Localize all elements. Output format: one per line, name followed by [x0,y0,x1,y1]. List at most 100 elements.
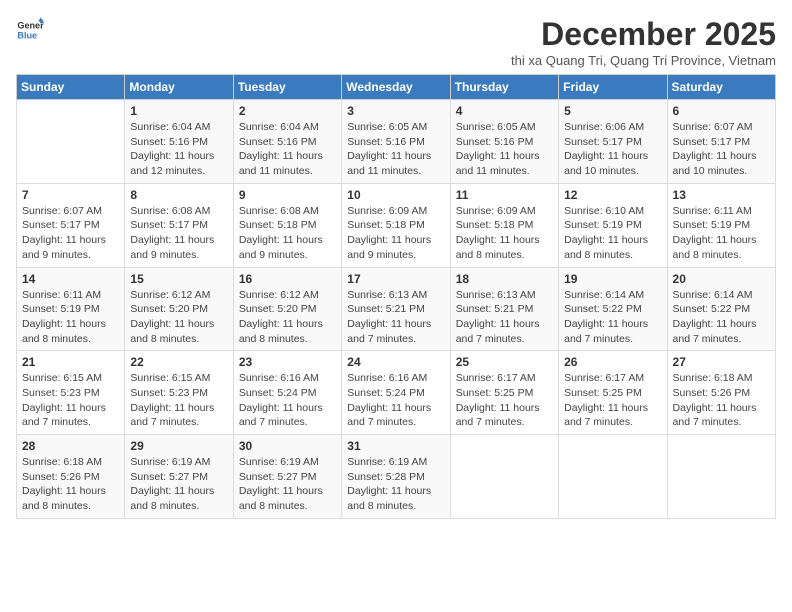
day-header-sunday: Sunday [17,75,125,100]
calendar-cell [559,435,667,519]
day-number: 9 [239,188,336,202]
day-info: Sunrise: 6:17 AM Sunset: 5:25 PM Dayligh… [456,371,553,430]
calendar-cell: 3 Sunrise: 6:05 AM Sunset: 5:16 PM Daylig… [342,100,450,184]
day-info: Sunrise: 6:04 AM Sunset: 5:16 PM Dayligh… [239,120,336,179]
calendar-week-row: 7 Sunrise: 6:07 AM Sunset: 5:17 PM Daylig… [17,183,776,267]
day-info: Sunrise: 6:05 AM Sunset: 5:16 PM Dayligh… [456,120,553,179]
day-info: Sunrise: 6:15 AM Sunset: 5:23 PM Dayligh… [130,371,227,430]
day-number: 8 [130,188,227,202]
calendar-body: 1 Sunrise: 6:04 AM Sunset: 5:16 PM Daylig… [17,100,776,519]
calendar-cell: 12Sunrise: 6:10 AM Sunset: 5:19 PM Dayli… [559,183,667,267]
day-header-monday: Monday [125,75,233,100]
logo: General Blue [16,16,44,44]
day-number: 7 [22,188,119,202]
day-number: 21 [22,355,119,369]
day-number: 10 [347,188,444,202]
day-number: 28 [22,439,119,453]
calendar-cell: 11 Sunrise: 6:09 AM Sunset: 5:18 PM Dayli… [450,183,558,267]
day-info: Sunrise: 6:06 AM Sunset: 5:17 PM Dayligh… [564,120,661,179]
day-info: Sunrise: 6:14 AM Sunset: 5:22 PM Dayligh… [564,288,661,347]
day-info: Sunrise: 6:10 AM Sunset: 5:19 PM Dayligh… [564,204,661,263]
day-info: Sunrise: 6:07 AM Sunset: 5:17 PM Dayligh… [673,120,770,179]
calendar-table: SundayMondayTuesdayWednesdayThursdayFrid… [16,74,776,519]
calendar-cell: 9 Sunrise: 6:08 AM Sunset: 5:18 PM Daylig… [233,183,341,267]
day-info: Sunrise: 6:08 AM Sunset: 5:17 PM Dayligh… [130,204,227,263]
day-info: Sunrise: 6:09 AM Sunset: 5:18 PM Dayligh… [456,204,553,263]
day-info: Sunrise: 6:12 AM Sunset: 5:20 PM Dayligh… [239,288,336,347]
svg-text:Blue: Blue [17,30,37,40]
day-number: 6 [673,104,770,118]
calendar-week-row: 21 Sunrise: 6:15 AM Sunset: 5:23 PM Dayli… [17,351,776,435]
day-number: 24 [347,355,444,369]
day-info: Sunrise: 6:16 AM Sunset: 5:24 PM Dayligh… [239,371,336,430]
calendar-cell: 15Sunrise: 6:12 AM Sunset: 5:20 PM Dayli… [125,267,233,351]
calendar-cell: 4 Sunrise: 6:05 AM Sunset: 5:16 PM Daylig… [450,100,558,184]
calendar-cell: 30 Sunrise: 6:19 AM Sunset: 5:27 PM Dayli… [233,435,341,519]
calendar-header-row: SundayMondayTuesdayWednesdayThursdayFrid… [17,75,776,100]
calendar-cell: 26 Sunrise: 6:17 AM Sunset: 5:25 PM Dayli… [559,351,667,435]
day-number: 17 [347,272,444,286]
day-number: 20 [673,272,770,286]
calendar-cell: 29 Sunrise: 6:19 AM Sunset: 5:27 PM Dayli… [125,435,233,519]
calendar-cell: 18 Sunrise: 6:13 AM Sunset: 5:21 PM Dayli… [450,267,558,351]
day-number: 11 [456,188,553,202]
day-header-saturday: Saturday [667,75,775,100]
day-number: 19 [564,272,661,286]
day-header-thursday: Thursday [450,75,558,100]
day-info: Sunrise: 6:09 AM Sunset: 5:18 PM Dayligh… [347,204,444,263]
svg-text:General: General [17,21,44,31]
day-number: 22 [130,355,227,369]
month-title: December 2025 [511,16,776,53]
location-subtitle: thi xa Quang Tri, Quang Tri Province, Vi… [511,53,776,68]
day-number: 30 [239,439,336,453]
calendar-week-row: 1 Sunrise: 6:04 AM Sunset: 5:16 PM Daylig… [17,100,776,184]
day-number: 29 [130,439,227,453]
day-info: Sunrise: 6:05 AM Sunset: 5:16 PM Dayligh… [347,120,444,179]
day-number: 4 [456,104,553,118]
day-number: 13 [673,188,770,202]
day-header-wednesday: Wednesday [342,75,450,100]
calendar-cell: 14Sunrise: 6:11 AM Sunset: 5:19 PM Dayli… [17,267,125,351]
day-number: 1 [130,104,227,118]
calendar-cell: 13Sunrise: 6:11 AM Sunset: 5:19 PM Dayli… [667,183,775,267]
calendar-cell: 1 Sunrise: 6:04 AM Sunset: 5:16 PM Daylig… [125,100,233,184]
calendar-cell: 27Sunrise: 6:18 AM Sunset: 5:26 PM Dayli… [667,351,775,435]
calendar-cell: 23Sunrise: 6:16 AM Sunset: 5:24 PM Dayli… [233,351,341,435]
day-number: 16 [239,272,336,286]
day-info: Sunrise: 6:14 AM Sunset: 5:22 PM Dayligh… [673,288,770,347]
day-info: Sunrise: 6:13 AM Sunset: 5:21 PM Dayligh… [456,288,553,347]
calendar-cell: 24 Sunrise: 6:16 AM Sunset: 5:24 PM Dayli… [342,351,450,435]
day-info: Sunrise: 6:19 AM Sunset: 5:27 PM Dayligh… [130,455,227,514]
day-info: Sunrise: 6:08 AM Sunset: 5:18 PM Dayligh… [239,204,336,263]
day-info: Sunrise: 6:18 AM Sunset: 5:26 PM Dayligh… [22,455,119,514]
calendar-cell: 28 Sunrise: 6:18 AM Sunset: 5:26 PM Dayli… [17,435,125,519]
day-number: 5 [564,104,661,118]
day-header-friday: Friday [559,75,667,100]
day-number: 26 [564,355,661,369]
day-info: Sunrise: 6:16 AM Sunset: 5:24 PM Dayligh… [347,371,444,430]
day-info: Sunrise: 6:11 AM Sunset: 5:19 PM Dayligh… [22,288,119,347]
day-number: 27 [673,355,770,369]
calendar-cell: 22 Sunrise: 6:15 AM Sunset: 5:23 PM Dayli… [125,351,233,435]
day-number: 18 [456,272,553,286]
calendar-cell [450,435,558,519]
day-number: 3 [347,104,444,118]
day-info: Sunrise: 6:17 AM Sunset: 5:25 PM Dayligh… [564,371,661,430]
calendar-cell: 8 Sunrise: 6:08 AM Sunset: 5:17 PM Daylig… [125,183,233,267]
calendar-cell: 16 Sunrise: 6:12 AM Sunset: 5:20 PM Dayli… [233,267,341,351]
calendar-cell [667,435,775,519]
calendar-week-row: 28 Sunrise: 6:18 AM Sunset: 5:26 PM Dayli… [17,435,776,519]
calendar-cell: 20 Sunrise: 6:14 AM Sunset: 5:22 PM Dayli… [667,267,775,351]
day-number: 25 [456,355,553,369]
day-number: 15 [130,272,227,286]
day-info: Sunrise: 6:07 AM Sunset: 5:17 PM Dayligh… [22,204,119,263]
day-info: Sunrise: 6:19 AM Sunset: 5:27 PM Dayligh… [239,455,336,514]
calendar-cell: 5 Sunrise: 6:06 AM Sunset: 5:17 PM Daylig… [559,100,667,184]
calendar-cell: 7 Sunrise: 6:07 AM Sunset: 5:17 PM Daylig… [17,183,125,267]
day-info: Sunrise: 6:04 AM Sunset: 5:16 PM Dayligh… [130,120,227,179]
calendar-cell: 10 Sunrise: 6:09 AM Sunset: 5:18 PM Dayli… [342,183,450,267]
calendar-cell: 17Sunrise: 6:13 AM Sunset: 5:21 PM Dayli… [342,267,450,351]
day-number: 2 [239,104,336,118]
calendar-cell: 6 Sunrise: 6:07 AM Sunset: 5:17 PM Daylig… [667,100,775,184]
day-number: 31 [347,439,444,453]
